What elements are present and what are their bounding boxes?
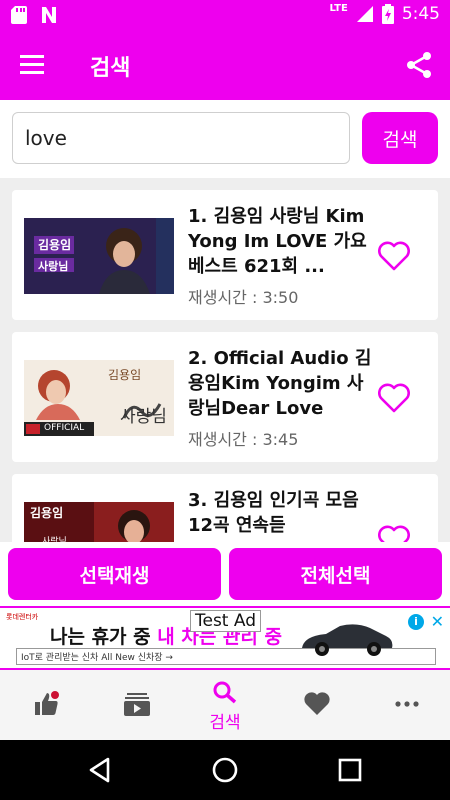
thumbnail-subcaption: 사랑님 bbox=[120, 407, 167, 427]
page-title: 검색 bbox=[90, 56, 131, 81]
result-list[interactable]: 김용임 사랑님 1. 김용임 사랑님 Kim Yong Im LOVE 가요베스… bbox=[0, 178, 450, 542]
bottom-nav: 검색 bbox=[0, 670, 450, 740]
thumbs-up-icon bbox=[35, 691, 59, 715]
video-thumbnail: 김용임 사랑님 bbox=[24, 218, 174, 294]
recents-icon[interactable] bbox=[338, 756, 362, 784]
car-image bbox=[302, 624, 393, 656]
system-nav-bar bbox=[0, 740, 450, 800]
clock: 5:45 bbox=[401, 4, 440, 24]
video-thumbnail: 김용임 사랑님 bbox=[24, 502, 174, 542]
video-title: 1. 김용임 사랑님 Kim Yong Im LOVE 가요베스트 621회 .… bbox=[188, 206, 367, 277]
nav-item-playlist[interactable] bbox=[90, 670, 180, 740]
menu-icon[interactable] bbox=[20, 52, 48, 78]
video-thumbnail: 김용임 사랑님 OFFICIAL bbox=[24, 360, 174, 436]
select-play-button[interactable]: 선택재생 bbox=[8, 548, 221, 600]
thumbnail-caption: 김용임 bbox=[108, 368, 142, 382]
ad-brand-logo: 롯데렌터카 bbox=[6, 613, 39, 621]
search-input[interactable] bbox=[12, 112, 350, 164]
thumbnail-caption: 김용임 bbox=[38, 238, 72, 252]
nav-item-favorites[interactable] bbox=[270, 670, 360, 740]
thumbnail-caption: 김용임 bbox=[30, 506, 64, 520]
nav-item-recommend[interactable] bbox=[0, 670, 90, 740]
thumbnail-subcaption: 사랑님 bbox=[38, 260, 69, 273]
heart-filled-icon bbox=[304, 692, 330, 715]
nav-label-search: 검색 bbox=[209, 713, 241, 733]
app-toolbar: 검색 bbox=[0, 30, 450, 100]
thumbnail-subcaption: 사랑님 bbox=[42, 537, 67, 542]
video-title: 3. 김용임 인기곡 모음 12곡 연속듣 bbox=[188, 490, 359, 536]
ad-headline-dark: 나는 휴가 중 bbox=[50, 626, 158, 648]
list-item[interactable]: 김용임 사랑님 1. 김용임 사랑님 Kim Yong Im LOVE 가요베스… bbox=[12, 190, 438, 320]
status-bar: LTE 5:45 bbox=[0, 0, 450, 30]
video-duration: 재생시간 : 3:45 bbox=[188, 430, 299, 449]
list-item[interactable]: 김용임 사랑님 3. 김용임 인기곡 모음 12곡 연속듣 bbox=[12, 474, 438, 542]
list-item[interactable]: 김용임 사랑님 OFFICIAL 2. Official Audio 김용임Ki… bbox=[12, 332, 438, 462]
action-bar: 선택재생 전체선택 bbox=[0, 542, 450, 606]
search-icon bbox=[213, 681, 237, 704]
video-duration: 재생시간 : 3:50 bbox=[188, 288, 299, 307]
heart-icon[interactable] bbox=[376, 524, 412, 542]
video-library-icon bbox=[124, 693, 150, 716]
battery-charging-icon bbox=[381, 4, 394, 24]
network-type: LTE bbox=[329, 2, 348, 14]
notification-n-icon bbox=[42, 7, 56, 23]
search-area: 검색 bbox=[0, 100, 450, 178]
back-icon[interactable] bbox=[87, 756, 113, 784]
info-icon[interactable]: i bbox=[408, 614, 424, 630]
signal-icon bbox=[356, 6, 373, 22]
nav-item-more[interactable] bbox=[360, 670, 450, 740]
select-all-button[interactable]: 전체선택 bbox=[229, 548, 442, 600]
share-icon[interactable] bbox=[404, 50, 434, 80]
sd-card-icon bbox=[11, 6, 27, 24]
heart-icon[interactable] bbox=[376, 240, 412, 272]
close-icon[interactable]: ✕ bbox=[431, 612, 444, 631]
search-button[interactable]: 검색 bbox=[362, 112, 438, 164]
video-title: 2. Official Audio 김용임Kim Yongim 사랑님Dear … bbox=[188, 348, 372, 419]
ad-banner[interactable]: 롯데렌터카 나는 휴가 중 내 차는 관리 중 IoT로 관리받는 신차 All… bbox=[0, 606, 450, 670]
more-icon bbox=[395, 701, 419, 707]
nav-item-search[interactable]: 검색 bbox=[180, 670, 270, 740]
thumbnail-badge: OFFICIAL bbox=[44, 423, 85, 433]
heart-icon[interactable] bbox=[376, 382, 412, 414]
test-ad-label: Test Ad bbox=[190, 610, 262, 632]
home-icon[interactable] bbox=[211, 756, 239, 784]
